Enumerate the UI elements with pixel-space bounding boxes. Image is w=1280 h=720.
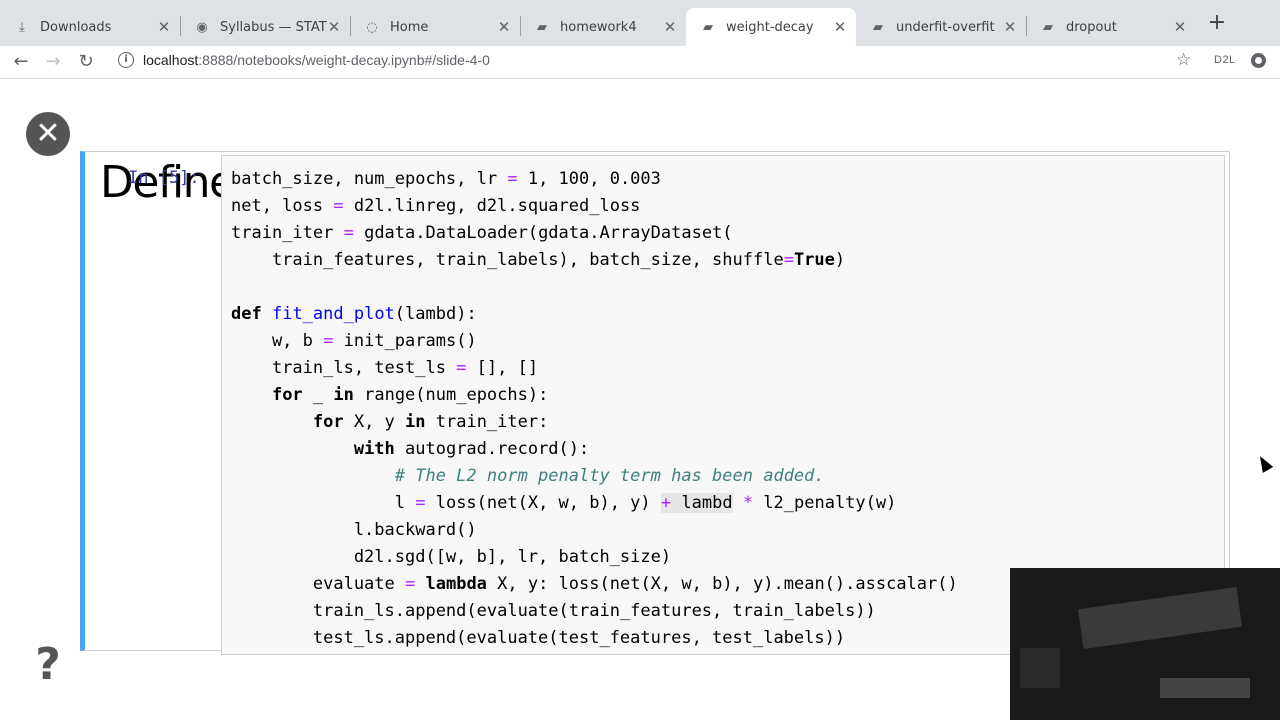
webcam-blob bbox=[1077, 587, 1243, 649]
bookmark-star-icon[interactable]: ☆ bbox=[1176, 50, 1191, 70]
book-icon: ▰ bbox=[537, 19, 547, 35]
webcam-overlay bbox=[1010, 568, 1280, 720]
book-icon: ▰ bbox=[1043, 19, 1053, 35]
close-tab-icon[interactable]: ✕ bbox=[1002, 19, 1018, 35]
tab-homework4[interactable]: ▰ homework4 ✕ bbox=[520, 8, 686, 46]
book-icon: ▰ bbox=[703, 19, 713, 35]
tab-home[interactable]: ◌ Home ✕ bbox=[350, 8, 520, 46]
close-tab-icon[interactable]: ✕ bbox=[662, 19, 678, 35]
tab-label: dropout bbox=[1066, 19, 1117, 35]
help-icon[interactable]: ? bbox=[30, 641, 66, 689]
site-info-icon[interactable]: i bbox=[118, 52, 134, 68]
cell-prompt: In [5]: bbox=[128, 168, 200, 188]
tab-underfit-overfit[interactable]: ▰ underfit-overfit ✕ bbox=[856, 8, 1026, 46]
tab-label: Downloads bbox=[40, 19, 112, 35]
download-icon: ⤓ bbox=[19, 19, 25, 35]
tab-label: homework4 bbox=[560, 19, 637, 35]
close-slideshow-icon[interactable]: ✕ bbox=[26, 112, 70, 156]
tab-weight-decay[interactable]: ▰ weight-decay ✕ bbox=[686, 8, 856, 46]
url-path: :8888/notebooks/weight-decay.ipynb#/slid… bbox=[198, 52, 490, 68]
close-tab-icon[interactable]: ✕ bbox=[326, 19, 342, 35]
globe-icon: ◉ bbox=[196, 19, 208, 35]
tab-label: underfit-overfit bbox=[896, 19, 995, 35]
tab-syllabus[interactable]: ◉ Syllabus — STAT ✕ bbox=[180, 8, 350, 46]
book-icon: ▰ bbox=[873, 19, 883, 35]
address-bar[interactable]: localhost:8888/notebooks/weight-decay.ip… bbox=[143, 52, 490, 68]
tab-strip: ⤓ Downloads ✕ ◉ Syllabus — STAT ✕ ◌ Home… bbox=[0, 0, 1280, 46]
url-host: localhost bbox=[143, 52, 199, 68]
reload-icon[interactable]: ↻ bbox=[74, 50, 98, 74]
tab-label: Syllabus — STAT bbox=[220, 19, 327, 35]
tab-label: weight-decay bbox=[726, 19, 814, 35]
tab-label: Home bbox=[390, 19, 429, 35]
tab-downloads[interactable]: ⤓ Downloads ✕ bbox=[0, 8, 180, 46]
close-tab-icon[interactable]: ✕ bbox=[1172, 19, 1188, 35]
d2l-extension-icon[interactable]: D2L bbox=[1214, 54, 1236, 66]
browser-toolbar: ← → ↻ i localhost:8888/notebooks/weight-… bbox=[0, 46, 1280, 79]
back-arrow-icon[interactable]: ← bbox=[9, 50, 33, 74]
tab-dropout[interactable]: ▰ dropout ✕ bbox=[1026, 8, 1196, 46]
close-tab-icon[interactable]: ✕ bbox=[832, 19, 848, 35]
loading-icon: ◌ bbox=[366, 19, 378, 35]
new-tab-button[interactable]: + bbox=[1206, 12, 1228, 34]
webcam-blob bbox=[1160, 678, 1250, 698]
close-tab-icon[interactable]: ✕ bbox=[156, 19, 172, 35]
close-tab-icon[interactable]: ✕ bbox=[496, 19, 512, 35]
forward-arrow-icon[interactable]: → bbox=[41, 50, 65, 74]
code-block[interactable]: batch_size, num_epochs, lr = 1, 100, 0.0… bbox=[231, 166, 958, 652]
webcam-blob bbox=[1020, 648, 1060, 688]
account-icon[interactable] bbox=[1251, 53, 1266, 68]
